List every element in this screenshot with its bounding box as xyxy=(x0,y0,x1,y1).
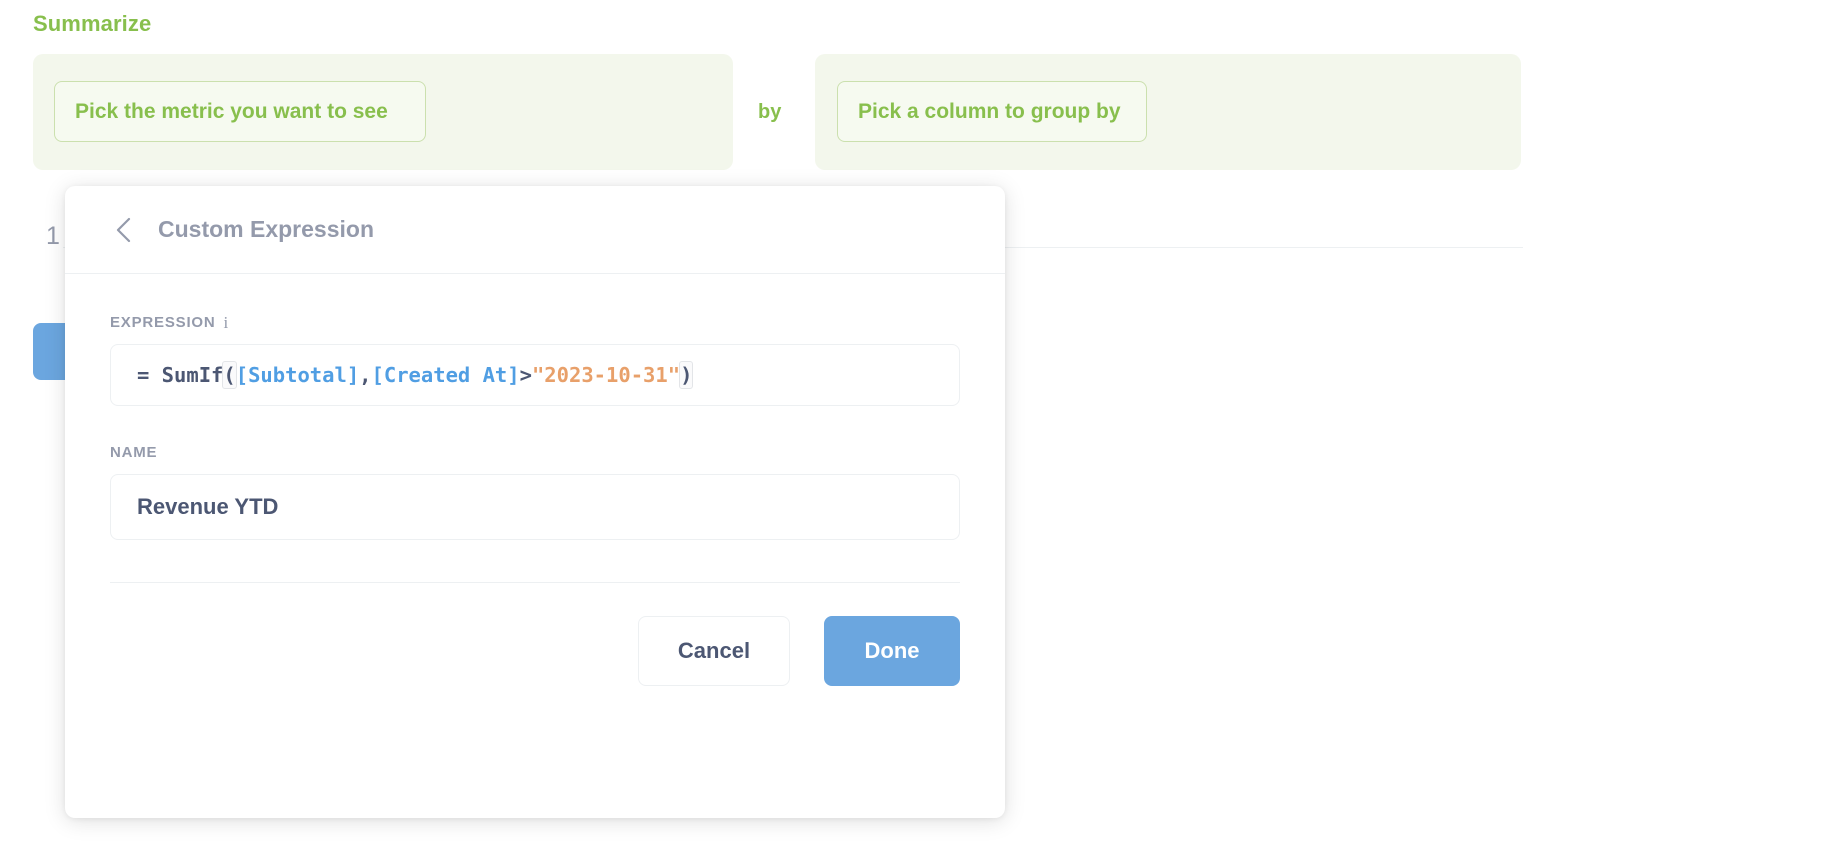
modal-title: Custom Expression xyxy=(158,216,374,242)
chevron-left-icon[interactable] xyxy=(110,217,136,243)
expression-input[interactable]: = SumIf([Subtotal], [Created At] > "2023… xyxy=(110,344,960,406)
expression-token-field-2: [Subtotal] xyxy=(235,363,360,387)
done-button[interactable]: Done xyxy=(824,616,960,686)
pick-column-label: Pick a column to group by xyxy=(858,99,1121,123)
cancel-button[interactable]: Cancel xyxy=(638,616,790,686)
name-field-label: NAME xyxy=(110,444,960,461)
expression-token-field-4: [Created At] xyxy=(371,363,520,387)
pick-column-to-group-by-button[interactable]: Pick a column to group by xyxy=(837,81,1147,142)
expression-token-plain-5: > xyxy=(519,363,532,387)
pick-metric-label: Pick the metric you want to see xyxy=(75,99,388,123)
by-label: by xyxy=(758,101,782,123)
pick-metric-button[interactable]: Pick the metric you want to see xyxy=(54,81,426,142)
expression-token-plain-3: , xyxy=(359,363,372,387)
page-title: Summarize xyxy=(33,11,152,36)
modal-footer: Cancel Done xyxy=(65,583,1005,686)
name-input[interactable]: Revenue YTD xyxy=(110,474,960,540)
done-button-label: Done xyxy=(864,638,920,663)
cancel-button-label: Cancel xyxy=(677,638,751,663)
name-label-text: NAME xyxy=(110,444,158,461)
info-icon[interactable]: i xyxy=(224,314,230,331)
expression-token-paren-1: ( xyxy=(222,361,237,389)
expression-token-paren-7: ) xyxy=(679,361,694,389)
expression-token-string-6: "2023-10-31" xyxy=(531,363,681,387)
modal-body: EXPRESSION i = SumIf([Subtotal], [Create… xyxy=(65,274,1005,583)
step-number: 1 xyxy=(46,222,60,250)
expression-label-text: EXPRESSION xyxy=(110,314,216,331)
custom-expression-modal: Custom Expression EXPRESSION i = SumIf([… xyxy=(65,186,1005,818)
expression-field-label: EXPRESSION i xyxy=(110,314,960,331)
name-input-value: Revenue YTD xyxy=(137,494,279,519)
expression-token-plain-0: = SumIf xyxy=(137,363,224,387)
modal-header: Custom Expression xyxy=(65,186,1005,274)
